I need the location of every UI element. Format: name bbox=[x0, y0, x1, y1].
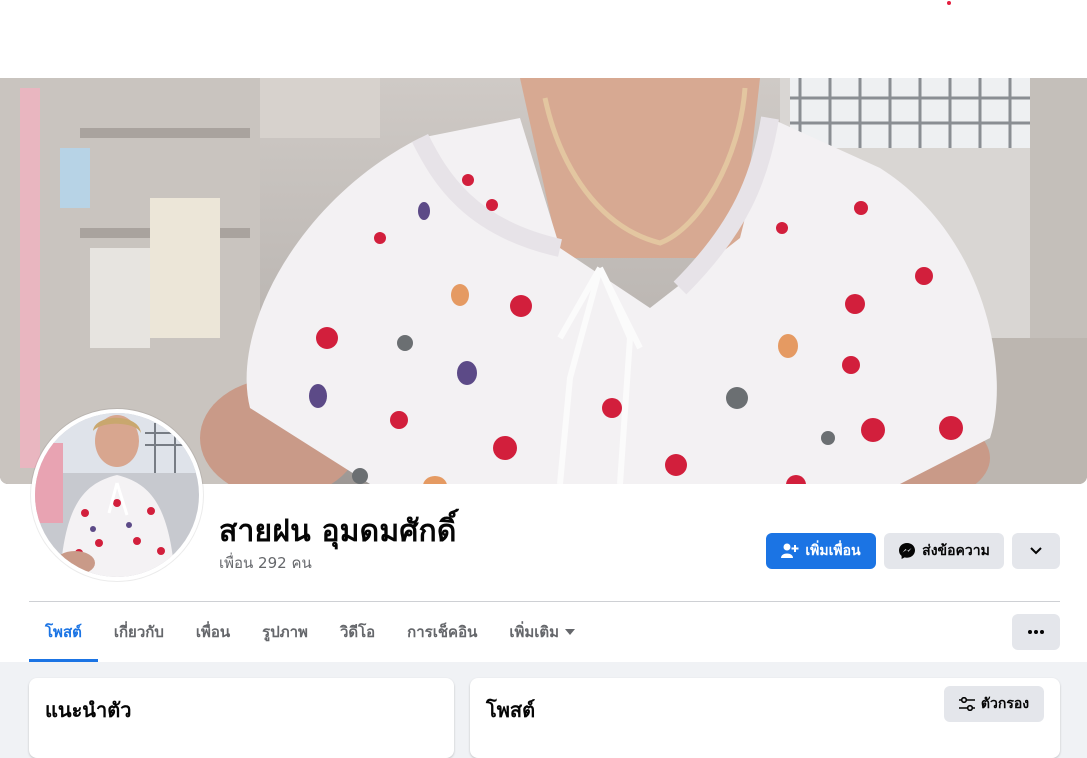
tab-label: เพื่อน bbox=[195, 623, 231, 641]
tab-label: รูปภาพ bbox=[262, 623, 308, 641]
tab-photos[interactable]: รูปภาพ bbox=[246, 602, 324, 662]
friends-count[interactable]: เพื่อน 292 คน bbox=[219, 551, 312, 575]
tab-label: เพิ่มเติม bbox=[509, 623, 560, 641]
tab-more[interactable]: เพิ่มเติม bbox=[493, 602, 591, 662]
profile-picture[interactable] bbox=[31, 409, 203, 581]
tab-videos[interactable]: วิดีโอ bbox=[324, 602, 391, 662]
posts-title: โพสต์ bbox=[486, 698, 536, 722]
tab-posts[interactable]: โพสต์ bbox=[29, 602, 98, 662]
messenger-icon bbox=[899, 543, 916, 559]
caret-down-icon bbox=[565, 629, 576, 635]
tab-label: เกี่ยวกับ bbox=[113, 623, 164, 641]
tab-label: การเช็คอิน bbox=[407, 623, 478, 641]
tab-label: วิดีโอ bbox=[339, 623, 376, 641]
chevron-down-icon bbox=[1030, 547, 1042, 555]
top-navigation-bar bbox=[0, 0, 1087, 78]
more-horizontal-icon bbox=[1028, 630, 1044, 634]
notification-dot bbox=[947, 1, 951, 5]
tab-friends[interactable]: เพื่อน bbox=[180, 602, 246, 662]
profile-tabs: โพสต์ เกี่ยวกับ เพื่อน รูปภาพ วิดีโอ การ… bbox=[29, 602, 591, 662]
filter-label: ตัวกรอง bbox=[980, 696, 1030, 712]
profile-picture-illustration bbox=[35, 413, 199, 577]
add-friend-icon bbox=[781, 543, 799, 558]
tabs-options-button[interactable] bbox=[1012, 614, 1060, 650]
message-button[interactable]: ส่งข้อความ bbox=[884, 533, 1004, 569]
profile-header: สายฝน อุมดมศักดิ์ เพื่อน 292 คน เพิ่มเพื… bbox=[0, 78, 1087, 662]
add-friend-button[interactable]: เพิ่มเพื่อน bbox=[766, 533, 876, 569]
posts-panel: โพสต์ ตัวกรอง bbox=[470, 678, 1060, 758]
tab-check-ins[interactable]: การเช็คอิน bbox=[391, 602, 493, 662]
intro-panel: แนะนำตัว bbox=[29, 678, 454, 758]
profile-more-dropdown-button[interactable] bbox=[1012, 533, 1060, 569]
add-friend-label: เพิ่มเพื่อน bbox=[805, 543, 861, 559]
filter-icon bbox=[958, 697, 975, 711]
tab-about[interactable]: เกี่ยวกับ bbox=[98, 602, 180, 662]
filter-button[interactable]: ตัวกรอง bbox=[944, 686, 1044, 722]
profile-name: สายฝน อุมดมศักดิ์ bbox=[219, 514, 457, 549]
tab-label: โพสต์ bbox=[45, 623, 82, 641]
message-label: ส่งข้อความ bbox=[922, 543, 990, 559]
intro-title: แนะนำตัว bbox=[45, 698, 132, 722]
